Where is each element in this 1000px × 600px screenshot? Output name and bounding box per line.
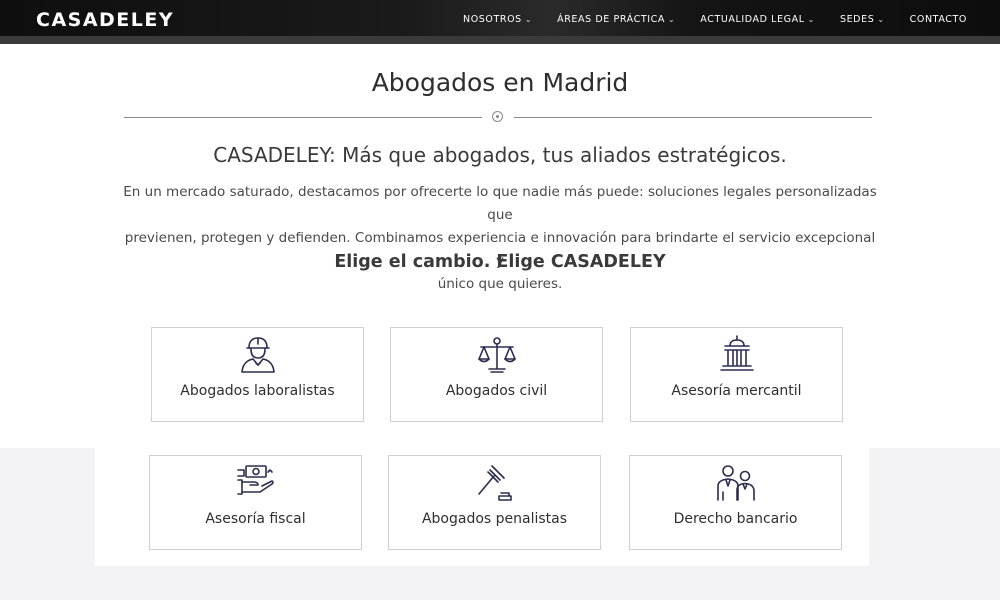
card-label: Abogados penalistas	[421, 511, 568, 527]
card-label: Abogados laboralistas	[180, 383, 335, 399]
site-logo[interactable]: CASADELEY	[36, 9, 174, 31]
intro-line: En un mercado saturado, destacamos por o…	[123, 184, 877, 223]
card-label: Derecho bancario	[673, 511, 798, 527]
card-label: Asesoría mercantil	[671, 383, 802, 399]
main-nav: NOSOTROS ⌄ ÁREAS DE PRÁCTICA ⌄ ACTUALIDA…	[438, 14, 967, 25]
nav-item-actualidad-legal[interactable]: ACTUALIDAD LEGAL ⌄	[700, 14, 815, 25]
card-label: Abogados civil	[445, 383, 548, 399]
nav-item-label: CONTACTO	[909, 14, 967, 25]
nav-item-label: ACTUALIDAD LEGAL	[700, 14, 805, 25]
chevron-down-icon: ⌄	[667, 15, 676, 24]
worker-helmet-icon	[240, 337, 275, 373]
card-abogados-civil[interactable]: Abogados civil	[390, 327, 603, 422]
card-asesoria-fiscal[interactable]: Asesoría fiscal	[149, 455, 362, 550]
divider-line-left	[124, 117, 482, 118]
card-derecho-bancario[interactable]: Derecho bancario	[629, 455, 842, 550]
nav-item-contacto[interactable]: CONTACTO	[910, 14, 967, 25]
nav-item-label: NOSOTROS	[463, 14, 522, 25]
chevron-down-icon: ⌄	[877, 15, 885, 24]
business-people-icon	[716, 465, 755, 501]
chevron-down-icon: ⌄	[524, 15, 533, 24]
intro-paragraph: En un mercado saturado, destacamos por o…	[120, 181, 880, 296]
gavel-icon	[477, 465, 512, 501]
intro-line: único que quieres.	[437, 276, 563, 292]
card-asesoria-mercantil[interactable]: Asesoría mercantil	[630, 327, 843, 422]
card-label: Asesoría fiscal	[205, 511, 306, 527]
card-abogados-laboralistas[interactable]: Abogados laboralistas	[151, 327, 364, 422]
nav-item-sedes[interactable]: SEDES ⌄	[840, 14, 885, 25]
call-to-action-text: Elige el cambio. Elige CASADELEY	[334, 252, 666, 272]
scales-of-justice-icon	[477, 337, 516, 373]
header-bottom-strip	[0, 36, 1000, 44]
section-subtitle: CASADELEY: Más que abogados, tus aliados…	[213, 143, 787, 167]
card-abogados-penalistas[interactable]: Abogados penalistas	[388, 455, 601, 550]
nav-item-label: ÁREAS DE PRÁCTICA	[557, 14, 665, 25]
nav-item-nosotros[interactable]: NOSOTROS ⌄	[463, 14, 532, 25]
courthouse-icon	[719, 335, 754, 371]
divider-line-right	[514, 117, 872, 118]
nav-item-areas-de-practica[interactable]: ÁREAS DE PRÁCTICA ⌄	[557, 14, 675, 25]
chevron-down-icon: ⌄	[807, 15, 815, 24]
divider-ornament-icon	[492, 111, 503, 122]
money-hand-icon	[236, 465, 274, 495]
nav-item-label: SEDES	[839, 14, 875, 25]
page-title: Abogados en Madrid	[371, 68, 629, 97]
